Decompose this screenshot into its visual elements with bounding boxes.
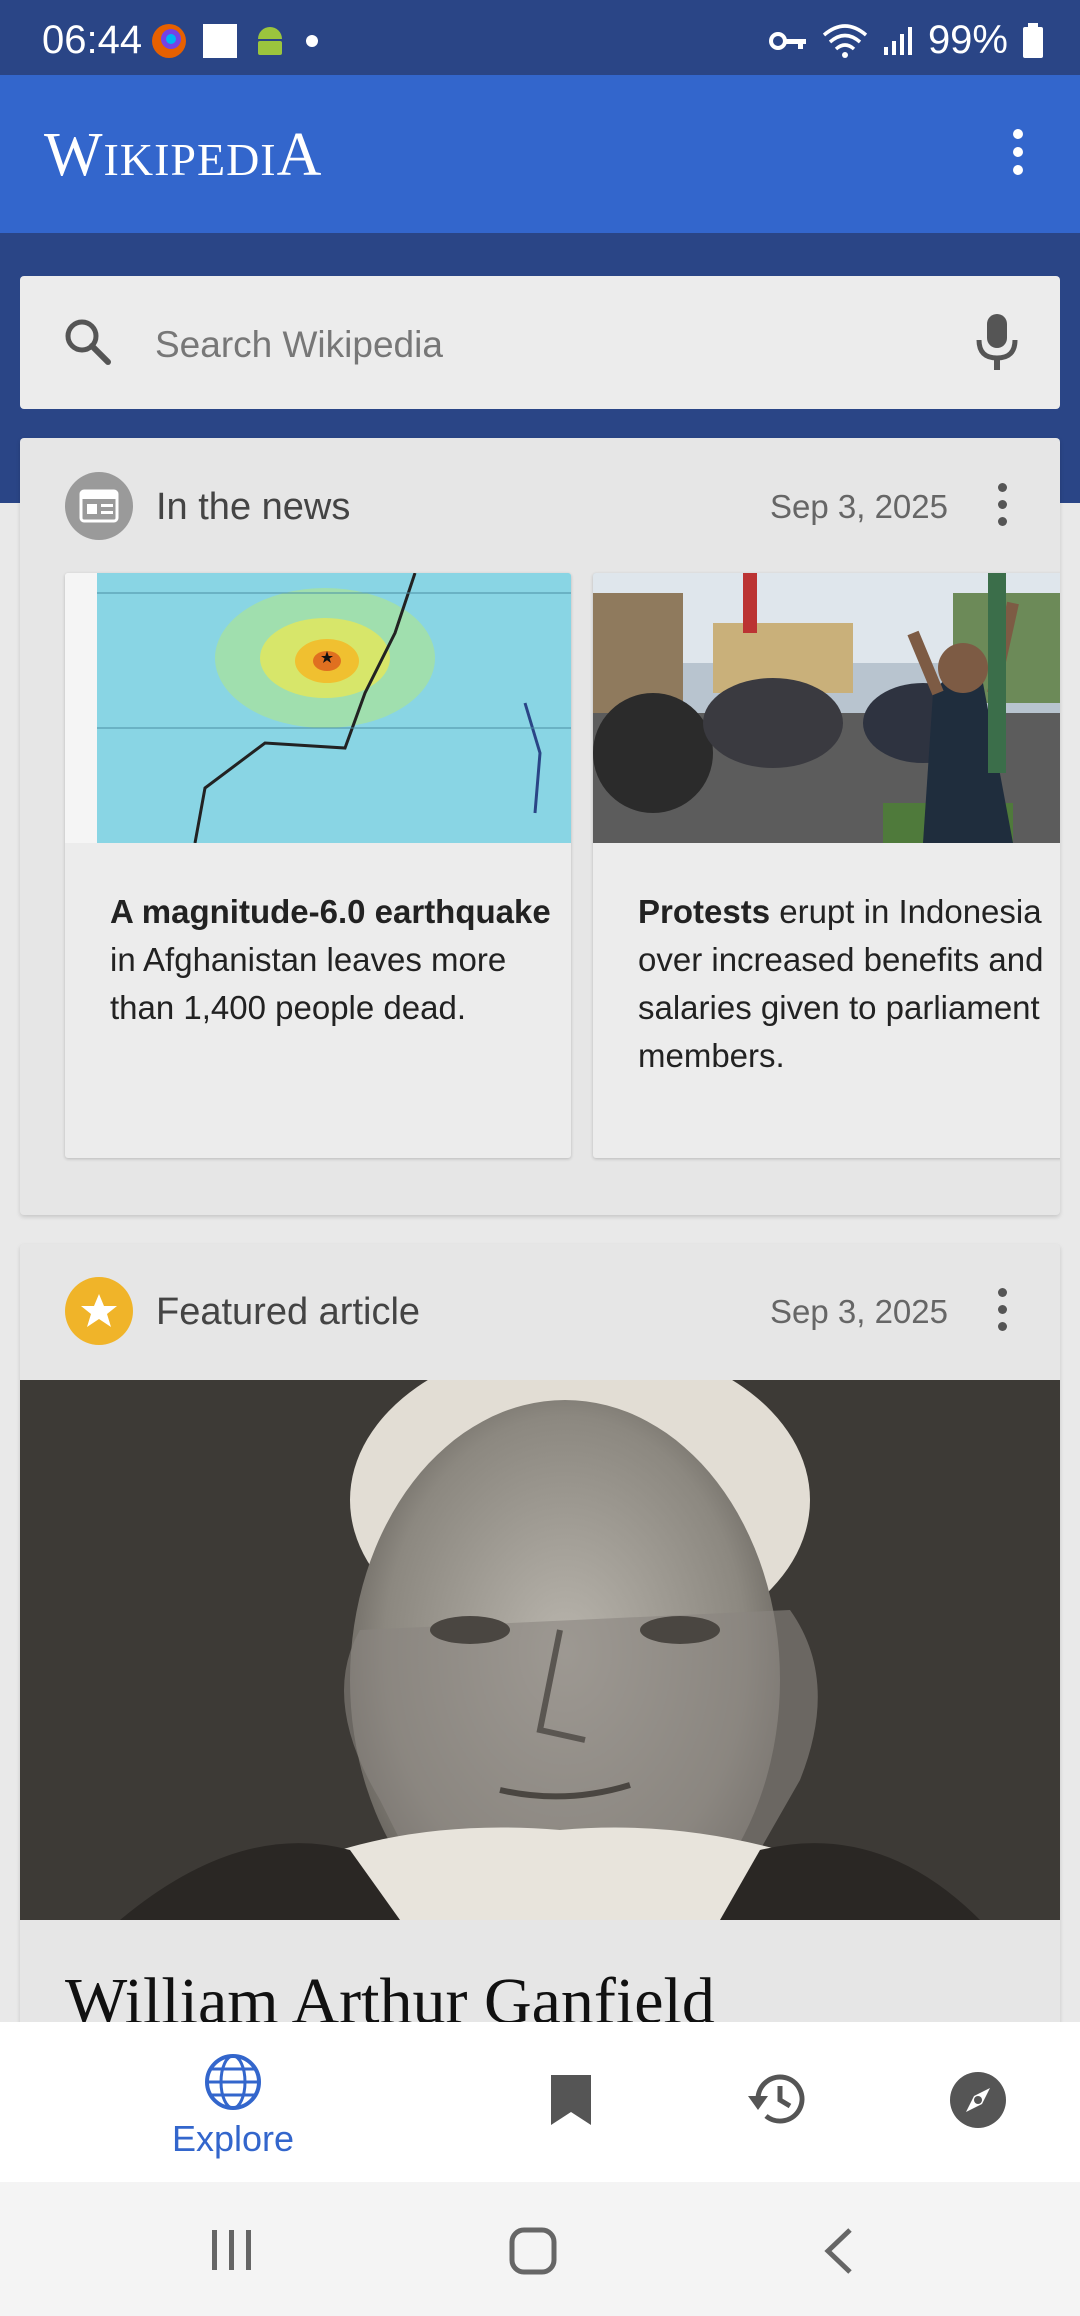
globe-icon — [205, 2054, 262, 2110]
recents-icon[interactable] — [208, 2228, 256, 2272]
search-input[interactable]: Search Wikipedia — [155, 324, 443, 366]
square-icon — [203, 24, 237, 58]
history-icon — [748, 2074, 805, 2124]
news-item-text: A magnitude-6.0 earthquake in Afghanista… — [110, 893, 551, 1026]
system-navigation-bar — [0, 2182, 1080, 2316]
in-the-news-card[interactable]: In the news Sep 3, 2025 A magnitude-6.0 … — [20, 438, 1060, 1215]
bookmark-icon — [551, 2075, 591, 2125]
wikipedia-wordmark: WIKIPEDIA — [44, 121, 323, 189]
battery-icon — [1023, 22, 1043, 58]
mic-icon[interactable] — [974, 312, 1020, 372]
newspaper-icon — [65, 472, 133, 540]
nav-explore[interactable]: Explore — [172, 2052, 294, 2160]
featured-article-card[interactable]: Featured article Sep 3, 2025 William Art… — [20, 1244, 1060, 2144]
android-icon — [258, 27, 282, 55]
vpn-key-icon — [768, 31, 806, 50]
protest-photo-image — [593, 573, 1060, 843]
search-bar[interactable]: Search Wikipedia — [20, 276, 1060, 409]
card-title: Featured article — [156, 1291, 421, 1333]
status-left-icons — [150, 22, 322, 60]
card-date: Sep 3, 2025 — [770, 488, 948, 525]
status-time: 06:44 — [42, 18, 143, 62]
card-more-icon[interactable] — [982, 474, 1022, 534]
portrait-photo-image — [20, 1380, 1060, 1920]
nav-label: Explore — [172, 2118, 295, 2159]
home-icon[interactable] — [508, 2226, 558, 2276]
nav-nearby[interactable] — [948, 2070, 1008, 2130]
card-more-icon[interactable] — [982, 1279, 1022, 1339]
news-item[interactable]: A magnitude-6.0 earthquake in Afghanista… — [65, 573, 571, 1158]
star-icon — [65, 1277, 133, 1345]
nav-history[interactable] — [746, 2070, 808, 2128]
status-bar: 06:44 99% — [0, 0, 1080, 75]
card-date: Sep 3, 2025 — [770, 1293, 948, 1330]
status-right-icons: 99% — [768, 18, 1044, 63]
signal-icon — [883, 26, 912, 55]
back-icon[interactable] — [820, 2226, 856, 2276]
card-title: In the news — [156, 486, 351, 528]
news-item-text: Protests erupt in Indonesia over increas… — [638, 893, 1044, 1074]
earthquake-map-image — [65, 573, 571, 843]
wifi-icon — [822, 23, 868, 58]
compass-icon — [950, 2072, 1006, 2128]
more-vert-icon[interactable] — [986, 120, 1050, 184]
dot-icon — [306, 35, 318, 47]
nav-saved[interactable] — [548, 2072, 594, 2128]
bottom-navigation: Explore — [0, 2022, 1080, 2182]
firefox-icon — [152, 24, 186, 58]
battery-percent: 99% — [927, 18, 1008, 62]
news-item[interactable]: Protests erupt in Indonesia over increas… — [593, 573, 1060, 1158]
search-icon — [65, 319, 111, 365]
app-bar: WIKIPEDIA — [0, 75, 1080, 233]
